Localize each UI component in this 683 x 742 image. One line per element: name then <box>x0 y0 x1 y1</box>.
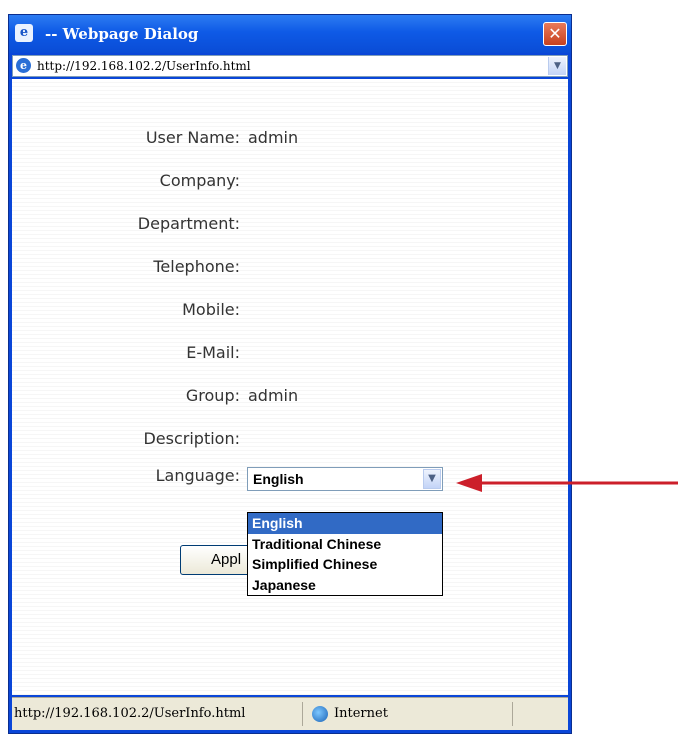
page-content: User Name: admin Company: Department: Te… <box>12 79 568 695</box>
email-label: E-Mail: <box>186 343 240 362</box>
description-label: Description: <box>143 429 240 448</box>
company-label: Company: <box>159 171 240 190</box>
company-row: Company: <box>12 170 568 192</box>
language-label: Language: <box>155 466 240 485</box>
status-bar: http://192.168.102.2/UserInfo.html Inter… <box>12 697 568 730</box>
status-url: http://192.168.102.2/UserInfo.html <box>14 706 246 721</box>
arrow-left-icon <box>456 474 678 492</box>
title-bar[interactable]: e -- Webpage Dialog ✕ <box>9 15 571 53</box>
security-zone: Internet <box>334 706 388 721</box>
language-option-simplified-chinese[interactable]: Simplified Chinese <box>248 554 442 575</box>
department-row: Department: <box>12 213 568 235</box>
close-icon[interactable]: ✕ <box>543 22 567 46</box>
address-text: http://192.168.102.2/UserInfo.html <box>37 59 251 73</box>
user-name-value: admin <box>248 128 299 147</box>
language-option-japanese[interactable]: Japanese <box>248 575 442 596</box>
language-dropdown-list: English Traditional Chinese Simplified C… <box>247 512 443 596</box>
chevron-down-icon[interactable]: ▼ <box>548 57 566 75</box>
department-label: Department: <box>137 214 240 233</box>
user-name-label: User Name: <box>145 128 240 147</box>
group-row: Group: admin <box>12 385 568 407</box>
group-label: Group: <box>185 386 240 405</box>
email-row: E-Mail: <box>12 342 568 364</box>
mobile-row: Mobile: <box>12 299 568 321</box>
language-selected-value: English <box>253 471 304 487</box>
language-option-english[interactable]: English <box>248 513 442 534</box>
chevron-down-icon[interactable]: ▼ <box>423 469 441 489</box>
telephone-row: Telephone: <box>12 256 568 278</box>
globe-icon <box>312 706 328 722</box>
ie-icon: e <box>16 58 31 73</box>
telephone-label: Telephone: <box>153 257 240 276</box>
ie-icon: e <box>15 24 33 42</box>
status-divider <box>302 702 303 726</box>
mobile-label: Mobile: <box>182 300 240 319</box>
dialog-window: e -- Webpage Dialog ✕ e http://192.168.1… <box>8 14 572 734</box>
description-row: Description: <box>12 428 568 450</box>
language-option-traditional-chinese[interactable]: Traditional Chinese <box>248 534 442 555</box>
language-select[interactable]: English ▼ <box>247 467 443 491</box>
window-title: -- Webpage Dialog <box>45 25 199 43</box>
address-bar[interactable]: e http://192.168.102.2/UserInfo.html ▼ <box>12 55 568 77</box>
user-name-row: User Name: admin <box>12 127 568 149</box>
status-divider <box>512 702 513 726</box>
group-value: admin <box>248 386 299 405</box>
